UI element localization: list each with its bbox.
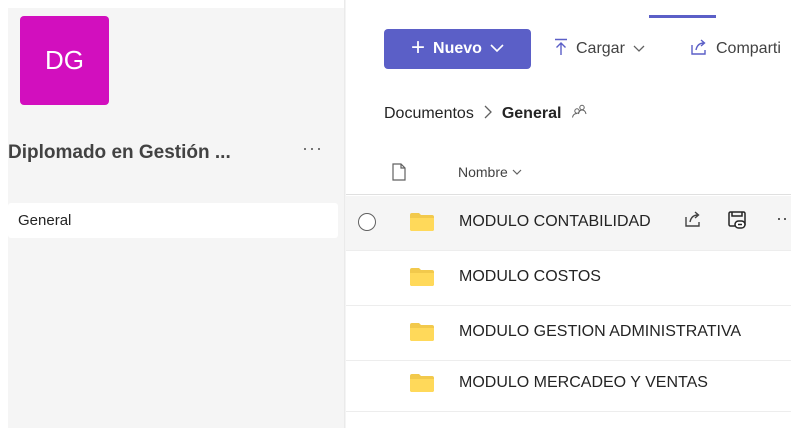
upload-label: Cargar	[576, 40, 625, 57]
file-row[interactable]: MODULO COSTOS	[346, 251, 791, 306]
team-avatar[interactable]: DG	[20, 16, 109, 105]
breadcrumb-separator-icon	[484, 103, 492, 124]
upload-button[interactable]: Cargar	[554, 29, 645, 69]
active-tab-indicator	[649, 15, 716, 18]
share-label: Comparti	[716, 40, 781, 57]
file-name[interactable]: MODULO COSTOS	[459, 268, 601, 286]
team-initials: DG	[45, 45, 84, 75]
file-row[interactable]: MODULO GESTION ADMINISTRATIVA	[346, 306, 791, 361]
new-button[interactable]: + Nuevo	[384, 29, 531, 69]
name-column-header[interactable]: Nombre	[458, 164, 522, 180]
chevron-down-icon	[633, 40, 645, 58]
chevron-down-icon	[490, 40, 504, 58]
chevron-down-icon	[512, 169, 522, 175]
folder-icon	[410, 213, 434, 236]
upload-icon	[554, 38, 568, 61]
people-icon[interactable]	[571, 104, 587, 123]
file-name[interactable]: MODULO GESTION ADMINISTRATIVA	[459, 323, 741, 341]
breadcrumb-current: General	[501, 104, 562, 122]
row-more-options-button[interactable]: ··	[776, 208, 788, 229]
copy-link-icon[interactable]	[728, 211, 748, 236]
folder-icon	[410, 323, 434, 346]
name-column-label: Nombre	[458, 164, 508, 180]
file-name[interactable]: MODULO MERCADEO Y VENTAS	[459, 374, 708, 392]
share-icon[interactable]	[684, 211, 702, 232]
files-pane: + Nuevo Cargar Comparti Documentos Gener…	[346, 0, 791, 428]
plus-icon: +	[411, 34, 426, 61]
team-name[interactable]: Diplomado en Gestión ...	[8, 142, 278, 164]
breadcrumb: Documentos General	[384, 103, 587, 124]
file-name[interactable]: MODULO CONTABILIDAD	[459, 213, 651, 231]
breadcrumb-root[interactable]: Documentos	[384, 105, 474, 123]
share-icon	[690, 38, 708, 60]
channel-item-general[interactable]: General	[8, 203, 338, 238]
file-type-icon[interactable]	[392, 163, 406, 186]
new-button-label: Nuevo	[433, 40, 482, 57]
channel-label: General	[18, 212, 72, 229]
team-more-options-button[interactable]: ···	[302, 138, 323, 159]
column-header-row: Nombre	[346, 150, 791, 195]
folder-icon	[410, 374, 434, 397]
share-button[interactable]: Comparti	[690, 29, 781, 69]
file-row[interactable]: MODULO MERCADEO Y VENTAS	[346, 357, 791, 412]
file-row[interactable]: MODULO CONTABILIDAD ··	[346, 196, 791, 251]
team-sidebar: DG Diplomado en Gestión ... ··· General	[8, 8, 344, 428]
row-select-checkbox[interactable]	[358, 213, 376, 231]
folder-icon	[410, 268, 434, 291]
